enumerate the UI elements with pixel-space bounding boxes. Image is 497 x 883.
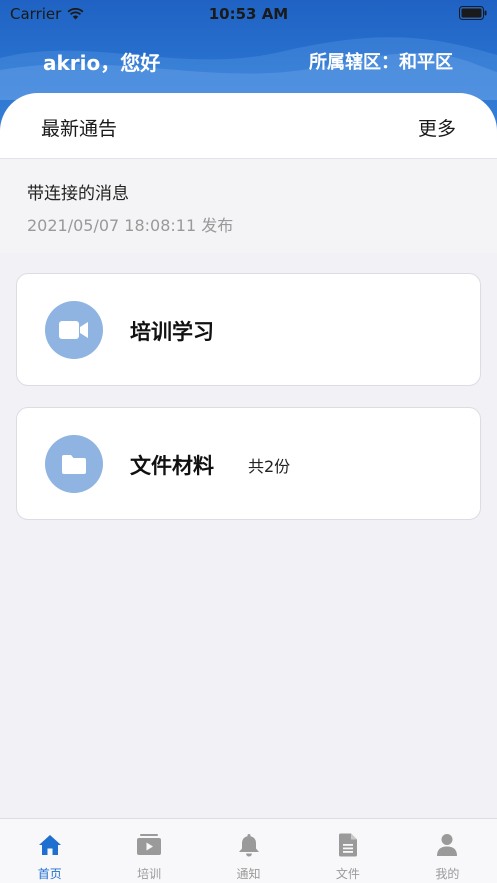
notice-message: 带连接的消息 — [27, 184, 129, 204]
bell-icon — [238, 834, 259, 857]
tab-home[interactable]: 首页 — [0, 819, 99, 883]
tab-training-label: 培训 — [137, 867, 162, 881]
notice-section-title: 最新通告 — [41, 118, 118, 140]
documents-card-label: 文件材料 — [130, 454, 214, 478]
notice-list-item[interactable]: 带连接的消息 2021/05/07 18:08:11 发布 — [0, 158, 497, 253]
notice-date: 2021/05/07 18:08:11 发布 — [27, 216, 234, 235]
documents-count: 共2份 — [248, 457, 291, 476]
video-play-icon — [137, 834, 162, 855]
training-card-label: 培训学习 — [130, 320, 214, 344]
notice-section-header: 最新通告 更多 — [0, 93, 497, 158]
tab-profile[interactable]: 我的 — [398, 819, 497, 883]
status-time: 10:53 AM — [208, 5, 289, 23]
documents-card[interactable]: 文件材料 共2份 — [16, 407, 481, 520]
tab-notifications[interactable]: 通知 — [199, 819, 298, 883]
tab-notifications-label: 通知 — [236, 867, 261, 881]
status-bar: Carrier 10:53 AM — [0, 0, 497, 28]
tab-training[interactable]: 培训 — [99, 819, 198, 883]
training-icon-circle — [45, 301, 103, 359]
folder-icon — [62, 454, 86, 474]
notice-more-link[interactable]: 更多 — [418, 114, 456, 141]
district-label: 所属辖区：和平区 — [309, 52, 453, 73]
tab-profile-label: 我的 — [435, 867, 460, 881]
document-icon — [338, 833, 357, 857]
bottom-tab-bar: 首页 培训 通知 文件 我的 — [0, 818, 497, 883]
home-icon — [38, 835, 61, 855]
user-greeting: akrio，您好 — [43, 51, 161, 75]
training-card[interactable]: 培训学习 — [16, 273, 481, 386]
tab-documents-label: 文件 — [335, 867, 360, 881]
person-icon — [437, 834, 458, 856]
tab-documents[interactable]: 文件 — [298, 819, 397, 883]
tab-home-label: 首页 — [37, 867, 62, 881]
documents-icon-circle — [45, 435, 103, 493]
video-camera-icon — [59, 321, 88, 339]
battery-icon — [459, 6, 487, 20]
